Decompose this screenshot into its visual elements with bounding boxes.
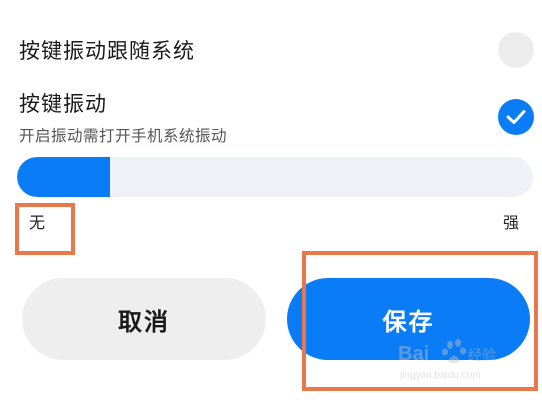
svg-text:jingyan.baidu.com: jingyan.baidu.com (399, 370, 481, 381)
key-vibration-subtitle: 开启振动需打开手机系统振动 (19, 127, 228, 145)
follow-system-title: 按键振动跟随系统 (19, 39, 195, 63)
key-vibration-title: 按键振动 (19, 92, 107, 116)
follow-system-toggle[interactable] (498, 32, 534, 68)
svg-text:Bai: Bai (398, 343, 429, 365)
checkmark-icon (506, 110, 526, 124)
baidu-watermark-logo: Bai 经验 jingyan.baidu.com (398, 339, 496, 381)
slider-max-label: 强 (503, 213, 520, 232)
svg-text:经验: 经验 (468, 347, 496, 363)
vibration-settings-screen: 按键振动跟随系统 按键振动 开启振动需打开手机系统振动 无 强 取消 保存 Ba… (0, 0, 542, 400)
key-vibration-toggle[interactable] (498, 99, 534, 135)
vibration-intensity-slider[interactable] (17, 157, 533, 197)
annotation-highlight-min (15, 203, 75, 255)
cancel-button[interactable]: 取消 (22, 278, 266, 360)
slider-fill (17, 157, 110, 197)
